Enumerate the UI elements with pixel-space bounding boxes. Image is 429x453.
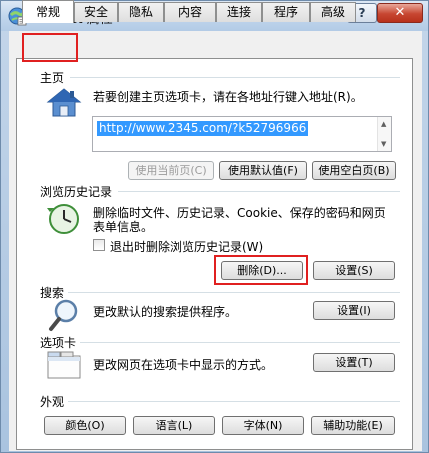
use-current-page-button[interactable]: 使用当前页(C) — [128, 161, 214, 180]
tabs-section-label: 选项卡 — [40, 334, 80, 351]
tab-security[interactable]: 安全 — [74, 2, 118, 22]
delete-on-exit-label: 退出时删除浏览历史记录(W) — [110, 240, 264, 254]
use-default-button[interactable]: 使用默认值(F) — [219, 161, 307, 180]
delete-on-exit-checkbox[interactable] — [93, 239, 105, 251]
use-blank-button[interactable]: 使用空白页(B) — [312, 161, 396, 180]
tab-connections[interactable]: 连接 — [216, 2, 262, 22]
delete-history-button[interactable]: 删除(D)... — [221, 261, 303, 280]
history-divider — [118, 191, 400, 192]
scroll-down-arrow-icon[interactable]: ▼ — [381, 140, 386, 148]
close-button[interactable]: ✕ — [377, 3, 423, 23]
tabbed-window-icon — [47, 351, 81, 379]
homepage-divider — [70, 77, 400, 78]
languages-button[interactable]: 语言(L) — [133, 416, 215, 435]
search-divider — [68, 292, 400, 293]
search-settings-button[interactable]: 设置(I) — [313, 301, 395, 320]
appearance-section-label: 外观 — [40, 393, 68, 410]
tabs-settings-button[interactable]: 设置(T) — [313, 353, 395, 372]
tabs-section-description: 更改网页在选项卡中显示的方式。 — [93, 358, 274, 372]
fonts-button[interactable]: 字体(N) — [222, 416, 304, 435]
tab-programs[interactable]: 程序 — [262, 2, 310, 22]
history-settings-button[interactable]: 设置(S) — [313, 261, 395, 280]
homepage-url-value: http://www.2345.com/?k52796966 — [97, 121, 309, 136]
history-clock-icon — [47, 204, 79, 234]
homepage-instruction: 若要创建主页选项卡，请在各地址行键入地址(R)。 — [93, 90, 363, 104]
homepage-section-label: 主页 — [40, 69, 68, 86]
tabs-section-divider — [80, 342, 400, 343]
history-description-line2: 表单信息。 — [93, 220, 154, 234]
magnifier-icon — [49, 299, 78, 331]
history-section-label: 浏览历史记录 — [40, 183, 116, 200]
accessibility-button[interactable]: 辅助功能(E) — [311, 416, 395, 435]
tab-general[interactable]: 常规 — [22, 0, 74, 23]
house-icon — [46, 88, 82, 117]
tab-advanced[interactable]: 高级 — [310, 2, 356, 22]
homepage-url-input[interactable]: http://www.2345.com/?k52796966 ▲ ▼ — [92, 116, 392, 152]
colors-button[interactable]: 颜色(O) — [44, 416, 126, 435]
appearance-divider — [68, 401, 400, 402]
tab-privacy[interactable]: 隐私 — [118, 2, 164, 22]
scroll-up-arrow-icon[interactable]: ▲ — [381, 120, 386, 128]
tab-content[interactable]: 内容 — [164, 2, 216, 22]
search-description: 更改默认的搜索提供程序。 — [93, 305, 238, 319]
homepage-url-scrollbar[interactable]: ▲ ▼ — [377, 117, 391, 151]
